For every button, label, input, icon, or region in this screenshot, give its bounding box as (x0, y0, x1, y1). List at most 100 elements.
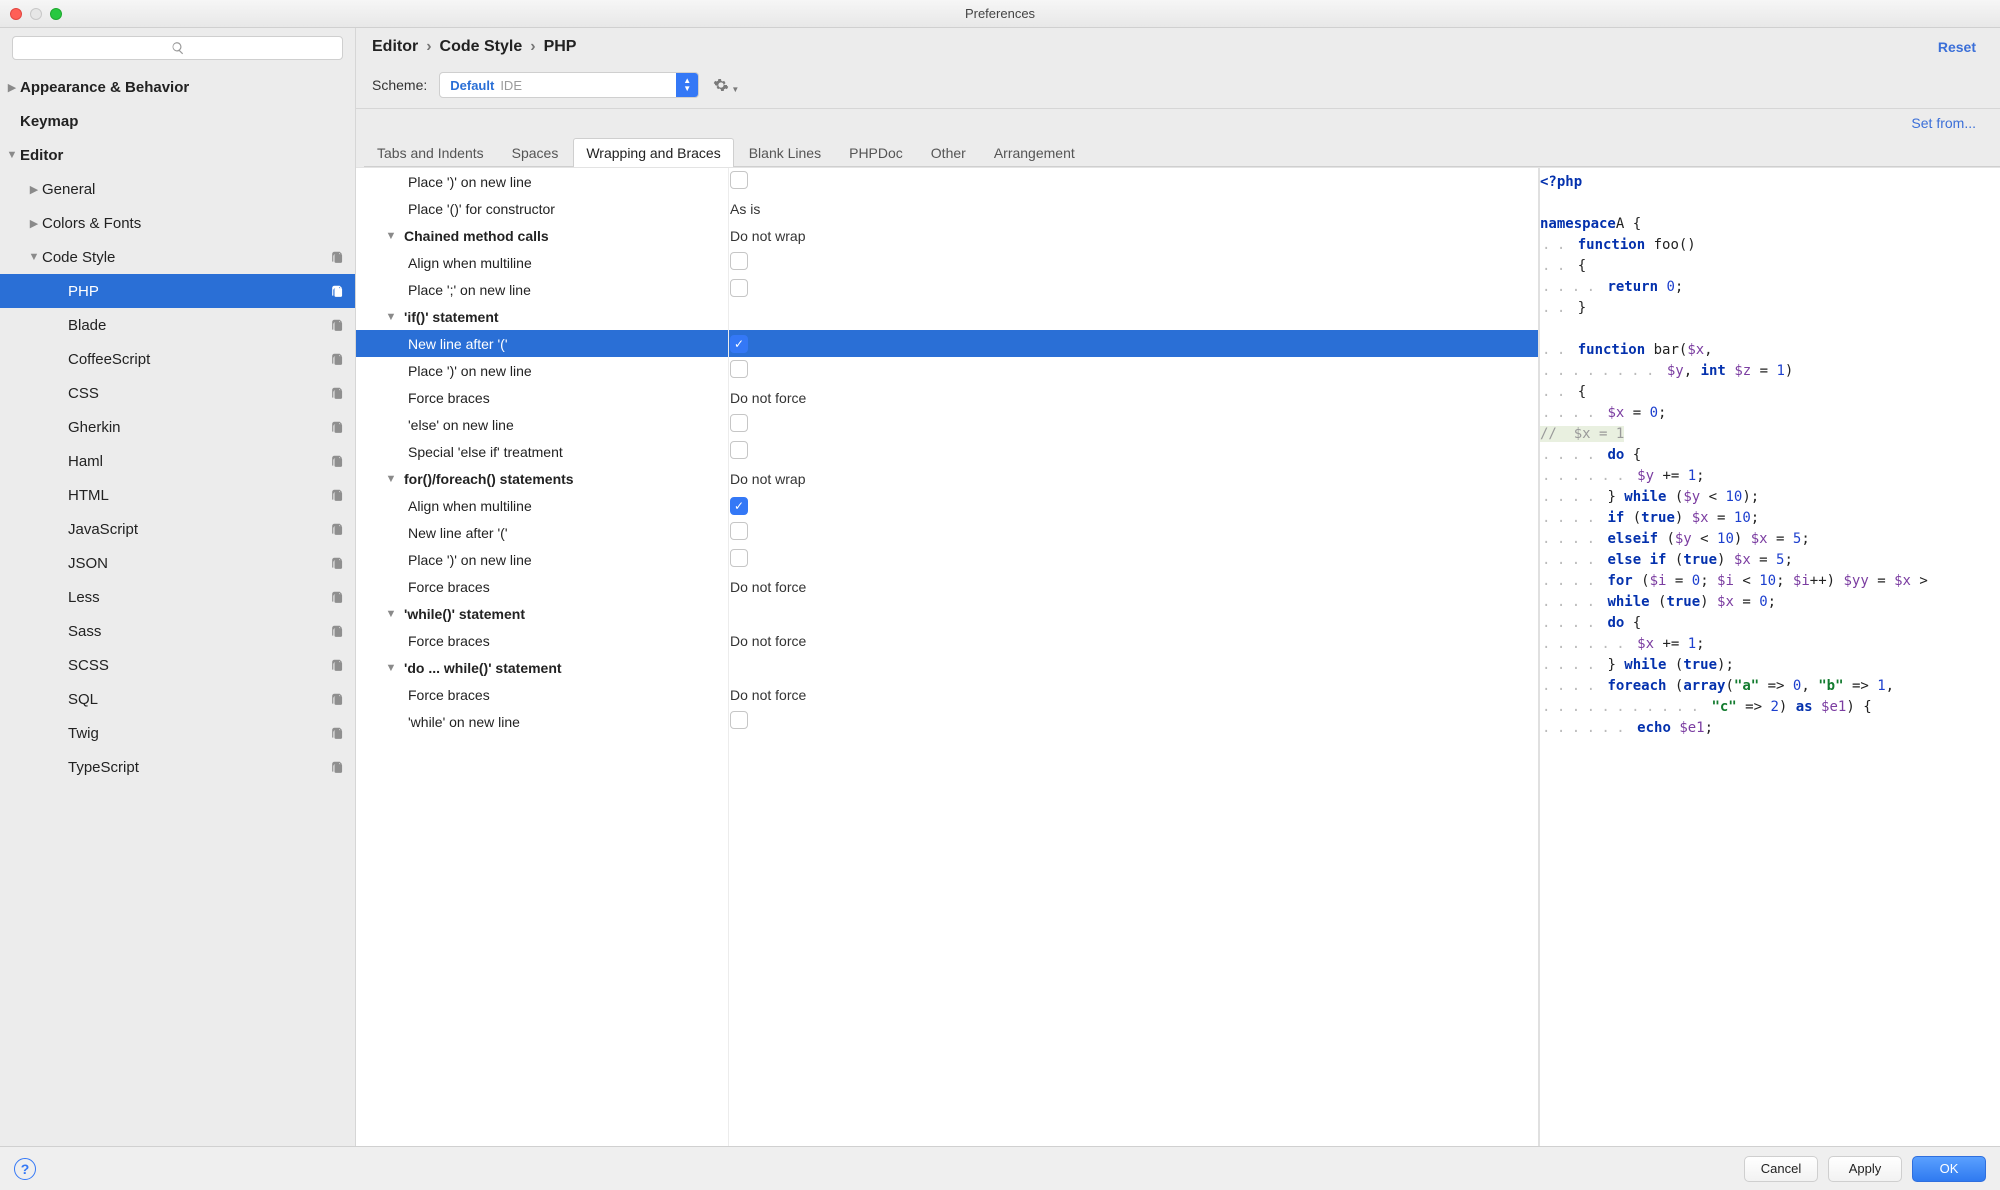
copy-settings-icon[interactable] (329, 622, 347, 640)
apply-button[interactable]: Apply (1828, 1156, 1902, 1182)
copy-settings-icon[interactable] (329, 656, 347, 674)
option-value[interactable]: Do not wrap (730, 228, 805, 244)
tab[interactable]: Wrapping and Braces (573, 138, 733, 167)
copy-settings-icon[interactable] (329, 690, 347, 708)
option-row[interactable]: Place ')' on new line (356, 357, 1538, 384)
tab[interactable]: Blank Lines (736, 138, 834, 167)
option-row[interactable]: Force bracesDo not force (356, 627, 1538, 654)
option-checkbox[interactable] (730, 441, 748, 459)
tab[interactable]: Spaces (499, 138, 572, 167)
option-value[interactable]: Do not force (730, 633, 806, 649)
ok-button[interactable]: OK (1912, 1156, 1986, 1182)
copy-settings-icon[interactable] (329, 282, 347, 300)
option-row[interactable]: Align when multiline✓ (356, 492, 1538, 519)
breadcrumb-item[interactable]: PHP (544, 38, 577, 56)
option-row[interactable]: ▼'do ... while()' statement (356, 654, 1538, 681)
tab[interactable]: Tabs and Indents (364, 138, 497, 167)
tab[interactable]: PHPDoc (836, 138, 916, 167)
set-from-link[interactable]: Set from... (1911, 115, 1976, 131)
code-line: . . . . . . $y += 1; (1540, 466, 2000, 487)
option-checkbox[interactable]: ✓ (730, 497, 748, 515)
option-label: 'else' on new line (408, 417, 514, 433)
sidebar-item[interactable]: Less (0, 580, 355, 614)
copy-settings-icon[interactable] (329, 418, 347, 436)
sidebar-item[interactable]: TypeScript (0, 750, 355, 784)
sidebar-item[interactable]: ▼Editor (0, 138, 355, 172)
sidebar-item[interactable]: Keymap (0, 104, 355, 138)
sidebar-item[interactable]: ▼Code Style (0, 240, 355, 274)
option-row[interactable]: 'else' on new line (356, 411, 1538, 438)
sidebar-item[interactable]: ▶Appearance & Behavior (0, 70, 355, 104)
copy-settings-icon[interactable] (329, 520, 347, 538)
option-checkbox[interactable] (730, 414, 748, 432)
option-checkbox[interactable] (730, 171, 748, 189)
option-row[interactable]: ▼Chained method callsDo not wrap (356, 222, 1538, 249)
option-row[interactable]: Force bracesDo not force (356, 384, 1538, 411)
option-row[interactable]: ▼'if()' statement (356, 303, 1538, 330)
cancel-button[interactable]: Cancel (1744, 1156, 1818, 1182)
option-row[interactable]: ▼'while()' statement (356, 600, 1538, 627)
option-value[interactable]: As is (730, 201, 760, 217)
sidebar-item[interactable]: JSON (0, 546, 355, 580)
tab[interactable]: Arrangement (981, 138, 1088, 167)
sidebar-item[interactable]: Twig (0, 716, 355, 750)
chevron-down-icon: ▼ (384, 230, 398, 242)
sidebar-item[interactable]: ▶Colors & Fonts (0, 206, 355, 240)
option-value[interactable]: Do not force (730, 579, 806, 595)
reset-link[interactable]: Reset (1938, 39, 1976, 55)
copy-settings-icon[interactable] (329, 350, 347, 368)
option-value[interactable]: Do not wrap (730, 471, 805, 487)
option-row[interactable]: Place ')' on new line (356, 546, 1538, 573)
option-checkbox[interactable] (730, 711, 748, 729)
copy-settings-icon[interactable] (329, 316, 347, 334)
option-row[interactable]: Special 'else if' treatment (356, 438, 1538, 465)
search-input[interactable] (12, 36, 343, 60)
breadcrumb-item[interactable]: Editor (372, 38, 418, 56)
option-row[interactable]: ▼for()/foreach() statementsDo not wrap (356, 465, 1538, 492)
copy-settings-icon[interactable] (329, 486, 347, 504)
option-row[interactable]: Force bracesDo not force (356, 681, 1538, 708)
option-row[interactable]: Place '()' for constructorAs is (356, 195, 1538, 222)
right-panel: Editor › Code Style › PHP Reset Scheme: … (356, 28, 2000, 1146)
option-value[interactable]: Do not force (730, 687, 806, 703)
copy-settings-icon[interactable] (329, 724, 347, 742)
copy-settings-icon[interactable] (329, 384, 347, 402)
option-row[interactable]: Force bracesDo not force (356, 573, 1538, 600)
sidebar-item[interactable]: CSS (0, 376, 355, 410)
option-checkbox[interactable]: ✓ (730, 335, 748, 353)
option-checkbox[interactable] (730, 279, 748, 297)
option-checkbox[interactable] (730, 522, 748, 540)
option-row[interactable]: New line after '('✓ (356, 330, 1538, 357)
sidebar-item[interactable]: Blade (0, 308, 355, 342)
sidebar-item[interactable]: ▶General (0, 172, 355, 206)
copy-settings-icon[interactable] (329, 758, 347, 776)
scheme-actions-button[interactable]: ▼ (711, 77, 731, 93)
option-row[interactable]: New line after '(' (356, 519, 1538, 546)
sidebar-item[interactable]: PHP (0, 274, 355, 308)
sidebar-item[interactable]: Haml (0, 444, 355, 478)
sidebar-item[interactable]: Sass (0, 614, 355, 648)
option-row[interactable]: 'while' on new line (356, 708, 1538, 735)
copy-settings-icon[interactable] (329, 588, 347, 606)
sidebar-item-label: Code Style (42, 249, 329, 266)
sidebar-item[interactable]: JavaScript (0, 512, 355, 546)
option-checkbox[interactable] (730, 360, 748, 378)
option-checkbox[interactable] (730, 252, 748, 270)
option-row[interactable]: Align when multiline (356, 249, 1538, 276)
tab[interactable]: Other (918, 138, 979, 167)
sidebar-item[interactable]: Gherkin (0, 410, 355, 444)
sidebar-item[interactable]: SCSS (0, 648, 355, 682)
option-value[interactable]: Do not force (730, 390, 806, 406)
scheme-select[interactable]: Default IDE ▲▼ (439, 72, 699, 98)
copy-settings-icon[interactable] (329, 452, 347, 470)
sidebar-item[interactable]: SQL (0, 682, 355, 716)
option-row[interactable]: Place ')' on new line (356, 168, 1538, 195)
option-row[interactable]: Place ';' on new line (356, 276, 1538, 303)
sidebar-item[interactable]: CoffeeScript (0, 342, 355, 376)
sidebar-item[interactable]: HTML (0, 478, 355, 512)
help-button[interactable]: ? (14, 1158, 36, 1180)
copy-settings-icon[interactable] (329, 554, 347, 572)
option-checkbox[interactable] (730, 549, 748, 567)
breadcrumb-item[interactable]: Code Style (440, 38, 523, 56)
copy-settings-icon[interactable] (329, 248, 347, 266)
